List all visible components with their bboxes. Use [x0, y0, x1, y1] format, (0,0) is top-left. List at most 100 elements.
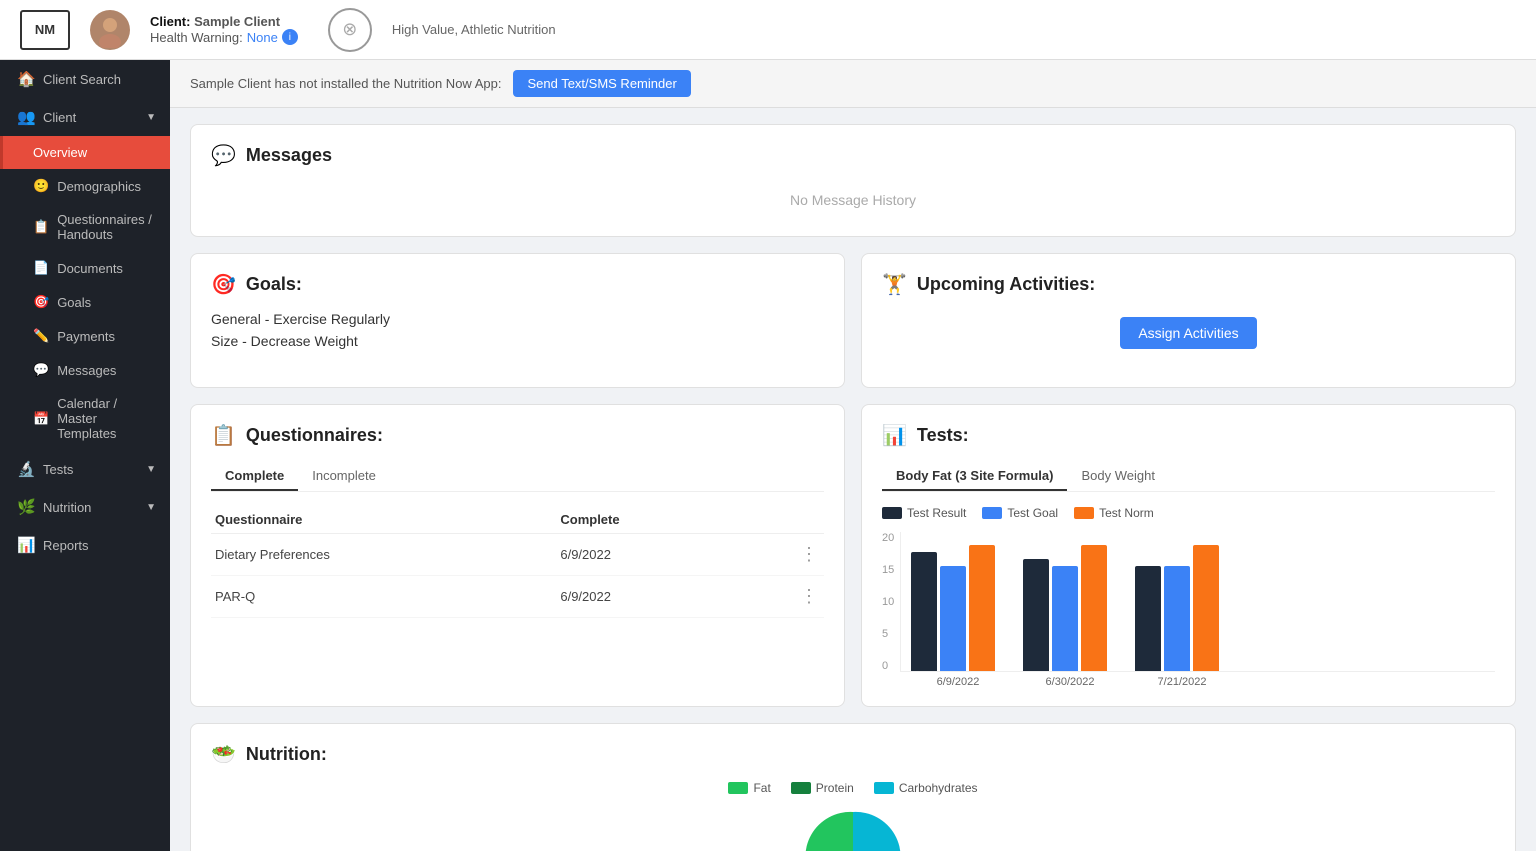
y-label: 0 — [882, 660, 894, 672]
legend-test-goal: Test Goal — [982, 506, 1058, 520]
main-content: Sample Client has not installed the Nutr… — [170, 60, 1536, 851]
y-label: 5 — [882, 628, 894, 640]
bar-result — [1135, 566, 1161, 671]
send-reminder-button[interactable]: Send Text/SMS Reminder — [513, 70, 690, 97]
goals-card: 🎯 Goals: General - Exercise Regularly Si… — [190, 253, 845, 388]
tests-icon: 🔬 — [17, 460, 35, 478]
goal-item: Size - Decrease Weight — [211, 333, 824, 349]
sidebar-item-label: Nutrition — [43, 500, 91, 515]
sidebar-item-client-search[interactable]: 🏠 Client Search — [0, 60, 170, 98]
x-labels: 6/9/2022 6/30/2022 7/21/2022 — [882, 676, 1495, 688]
badge-icon: ⊗ — [342, 19, 357, 40]
chart-legend: Test Result Test Goal Test Norm — [882, 506, 1495, 520]
nutrition-card: 🥗 Nutrition: Fat Protein Carbohydrates — [190, 723, 1516, 851]
reports-icon: 📊 — [17, 536, 35, 554]
bar-result — [1023, 559, 1049, 671]
test-tab-body-weight[interactable]: Body Weight — [1067, 462, 1168, 491]
chevron-down-icon: ▼ — [146, 112, 156, 123]
sidebar-item-label: Demographics — [57, 179, 141, 194]
badge-description: High Value, Athletic Nutrition — [392, 22, 556, 37]
q-complete-date: 6/9/2022 — [556, 576, 745, 618]
y-label: 20 — [882, 532, 894, 544]
nutrition-icon: 🌿 — [17, 498, 35, 516]
questionnaires-card-title: 📋 Questionnaires: — [211, 423, 824, 448]
avatar — [90, 10, 130, 50]
sidebar-item-label: Calendar / Master Templates — [57, 396, 156, 441]
x-label: 6/30/2022 — [1028, 676, 1112, 688]
bar-group — [1023, 545, 1107, 671]
q-complete-date: 6/9/2022 — [556, 534, 745, 576]
sidebar-item-payments[interactable]: ✏️ Payments — [0, 319, 170, 353]
info-icon[interactable]: i — [282, 29, 298, 45]
chevron-down-icon: ▼ — [146, 464, 156, 475]
goals-card-title: 🎯 Goals: — [211, 272, 824, 297]
sidebar-item-client[interactable]: 👥 Client ▼ — [0, 98, 170, 136]
row-actions-menu[interactable]: ⋮ — [745, 576, 824, 618]
row-actions-menu[interactable]: ⋮ — [745, 534, 824, 576]
nutrition-legend: Fat Protein Carbohydrates — [211, 781, 1495, 795]
sidebar-item-nutrition[interactable]: 🌿 Nutrition ▼ — [0, 488, 170, 526]
legend-test-result: Test Result — [882, 506, 966, 520]
sidebar-item-label: Documents — [57, 261, 123, 276]
test-tab-body-fat[interactable]: Body Fat (3 Site Formula) — [882, 462, 1067, 491]
messages-icon: 💬 — [211, 143, 236, 168]
chart-bars-area — [900, 532, 1495, 672]
q-name: PAR-Q — [211, 576, 556, 618]
person-icon: 🙂 — [33, 178, 49, 194]
sidebar-item-overview[interactable]: Overview — [0, 136, 170, 169]
nutrition-card-icon: 🥗 — [211, 742, 236, 767]
questionnaires-icon: 📋 — [211, 423, 236, 448]
sidebar-item-calendar[interactable]: 📅 Calendar / Master Templates — [0, 387, 170, 450]
home-icon: 🏠 — [17, 70, 35, 88]
two-col-row-2: 📋 Questionnaires: Complete Incomplete Qu… — [190, 404, 1516, 707]
sidebar-item-label: Goals — [57, 295, 91, 310]
sidebar-item-questionnaires[interactable]: 📋 Questionnaires / Handouts — [0, 203, 170, 251]
bar-result — [911, 552, 937, 671]
client-info: Client: Sample Client Health Warning: No… — [150, 14, 298, 45]
app-body: 🏠 Client Search 👥 Client ▼ Overview 🙂 De… — [0, 60, 1536, 851]
two-col-row: 🎯 Goals: General - Exercise Regularly Si… — [190, 253, 1516, 388]
bar-norm — [969, 545, 995, 671]
questionnaires-table: Questionnaire Complete Dietary Preferenc… — [211, 506, 824, 618]
test-tabs: Body Fat (3 Site Formula) Body Weight — [882, 462, 1495, 492]
notification-message: Sample Client has not installed the Nutr… — [190, 76, 501, 91]
tab-complete[interactable]: Complete — [211, 462, 298, 491]
messages-card-title: 💬 Messages — [211, 143, 1495, 168]
health-warning-line: Health Warning: None i — [150, 29, 298, 45]
sidebar-item-goals[interactable]: 🎯 Goals — [0, 285, 170, 319]
table-row: PAR-Q 6/9/2022 ⋮ — [211, 576, 824, 618]
bar-group — [911, 545, 995, 671]
x-label: 6/9/2022 — [916, 676, 1000, 688]
sidebar-item-documents[interactable]: 📄 Documents — [0, 251, 170, 285]
client-name-line: Client: Sample Client — [150, 14, 298, 29]
sidebar-item-tests[interactable]: 🔬 Tests ▼ — [0, 450, 170, 488]
sidebar-item-label: Payments — [57, 329, 115, 344]
tests-card-title: 📊 Tests: — [882, 423, 1495, 448]
pencil-icon: ✏️ — [33, 328, 49, 344]
tab-incomplete[interactable]: Incomplete — [298, 462, 390, 491]
assign-activities-button[interactable]: Assign Activities — [1120, 317, 1256, 349]
x-label: 7/21/2022 — [1140, 676, 1224, 688]
sidebar-item-label: Tests — [43, 462, 73, 477]
sidebar: 🏠 Client Search 👥 Client ▼ Overview 🙂 De… — [0, 60, 170, 851]
health-warning-link[interactable]: None — [247, 30, 278, 45]
sidebar-item-reports[interactable]: 📊 Reports — [0, 526, 170, 564]
protein-dot — [791, 782, 811, 794]
sidebar-item-label: Overview — [33, 145, 87, 160]
sidebar-item-label: Questionnaires / Handouts — [57, 212, 156, 242]
goals-icon: 🎯 — [211, 272, 236, 297]
app-logo: NM — [20, 10, 70, 50]
activities-icon: 🏋️ — [882, 272, 907, 297]
target-icon: 🎯 — [33, 294, 49, 310]
questionnaires-card: 📋 Questionnaires: Complete Incomplete Qu… — [190, 404, 845, 707]
pie-chart-container — [211, 807, 1495, 851]
sidebar-item-messages[interactable]: 💬 Messages — [0, 353, 170, 387]
legend-dot — [1074, 507, 1094, 519]
sidebar-item-demographics[interactable]: 🙂 Demographics — [0, 169, 170, 203]
chat-icon: 💬 — [33, 362, 49, 378]
sidebar-item-label: Client Search — [43, 72, 121, 87]
questionnaire-tabs: Complete Incomplete — [211, 462, 824, 492]
tests-card-icon: 📊 — [882, 423, 907, 448]
col-questionnaire: Questionnaire — [211, 506, 556, 534]
pie-chart — [793, 807, 913, 851]
